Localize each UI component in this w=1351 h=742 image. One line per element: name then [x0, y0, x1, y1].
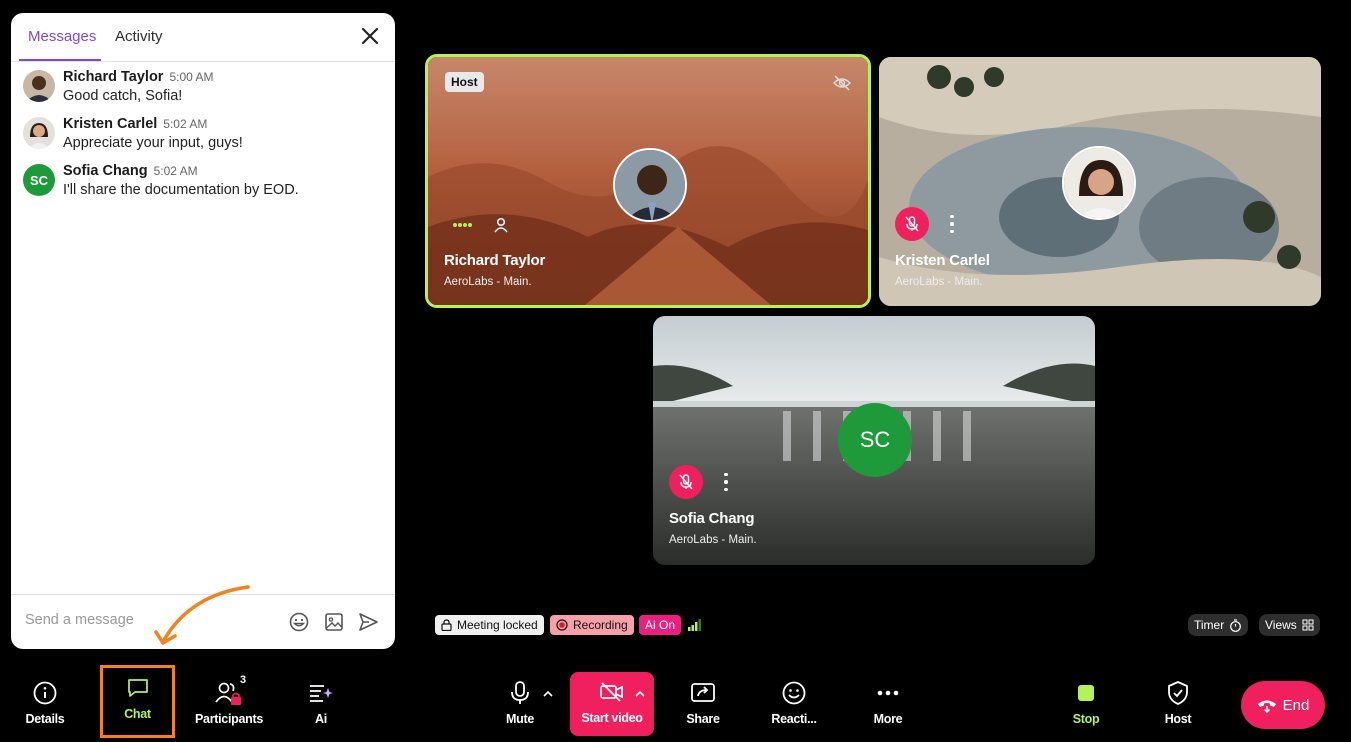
hang-up-icon: [1257, 700, 1276, 713]
avatar: [1062, 146, 1136, 220]
end-label: End: [1282, 696, 1310, 714]
mute-button[interactable]: Mute: [500, 670, 540, 736]
participant-name: Sofia Chang: [669, 510, 755, 527]
recording-label: Recording: [573, 618, 628, 632]
recording-badge[interactable]: Recording: [550, 615, 634, 635]
share-screen-icon: [691, 683, 715, 702]
ai-on-badge[interactable]: Ai On: [639, 615, 682, 635]
participants-button[interactable]: 3 Participants: [195, 670, 263, 736]
chat-button[interactable]: Chat: [100, 665, 175, 738]
video-tile-kristen-carlel[interactable]: Kristen Carlel AeroLabs - Main.: [879, 57, 1321, 306]
chat-message: SC Sofia Chang 5:02 AM I'll share the doc…: [23, 163, 383, 203]
stop-recording-button[interactable]: Stop: [1066, 670, 1106, 736]
eye-off-icon[interactable]: [832, 73, 852, 93]
timer-button[interactable]: Timer: [1188, 614, 1249, 636]
chat-label: Chat: [124, 707, 151, 721]
more-dots-icon: [877, 690, 899, 696]
ai-button[interactable]: Ai: [300, 670, 342, 736]
avatar: [613, 148, 687, 222]
message-author: Sofia Chang: [63, 163, 148, 179]
info-icon: [33, 681, 57, 705]
ai-sparkle-icon: [310, 685, 333, 702]
views-button[interactable]: Views: [1259, 614, 1320, 636]
more-options-icon[interactable]: [720, 471, 732, 493]
chat-bubble-icon: [127, 679, 148, 697]
meeting-locked-badge[interactable]: Meeting locked: [435, 615, 544, 635]
video-tile-richard-taylor[interactable]: Host Richard Taylor AeroLabs - Main.: [425, 54, 871, 308]
video-off-icon: [600, 682, 623, 702]
lock-icon: [441, 619, 452, 631]
host-badge: Host: [445, 72, 484, 92]
close-icon[interactable]: [359, 25, 381, 47]
chevron-up-icon[interactable]: [542, 688, 554, 700]
user-icon[interactable]: [494, 217, 508, 233]
message-time: 5:00 AM: [169, 70, 214, 84]
avatar: SC: [23, 164, 55, 196]
chat-tabs: Messages Activity: [11, 13, 395, 62]
mic-off-icon[interactable]: [669, 465, 703, 499]
share-button[interactable]: Share: [680, 670, 726, 736]
tab-activity[interactable]: Activity: [115, 28, 163, 45]
more-options-icon[interactable]: [946, 213, 958, 235]
arrow-annotation-icon: [154, 585, 250, 645]
grid-icon: [1302, 619, 1314, 631]
more-label: More: [873, 712, 903, 726]
image-icon[interactable]: [323, 611, 345, 633]
message-text: Good catch, Sofia!: [63, 88, 183, 104]
participant-org: AeroLabs - Main.: [895, 276, 983, 288]
host-controls-button[interactable]: Host: [1158, 670, 1198, 736]
avatar: [23, 70, 55, 102]
message-author: Kristen Carlel: [63, 116, 158, 132]
reactions-button[interactable]: Reacti...: [766, 670, 822, 736]
message-time: 5:02 AM: [163, 117, 208, 131]
chat-message: Richard Taylor 5:00 AM Good catch, Sofia!: [23, 69, 383, 109]
participant-name: Richard Taylor: [444, 252, 546, 269]
start-video-label: Start video: [581, 711, 643, 725]
more-button[interactable]: More: [866, 670, 910, 736]
participants-count: 3: [240, 674, 247, 686]
participant-org: AeroLabs - Main.: [444, 276, 532, 288]
participant-name: Kristen Carlel: [895, 252, 990, 269]
stop-icon: [1078, 685, 1094, 701]
ai-label: Ai: [315, 712, 327, 726]
shield-check-icon: [1168, 681, 1188, 705]
chevron-up-icon[interactable]: [634, 688, 646, 700]
host-label: Host: [1164, 712, 1192, 726]
start-video-button[interactable]: Start video: [570, 672, 654, 736]
details-button[interactable]: Details: [15, 670, 75, 736]
emoji-icon[interactable]: [288, 611, 310, 633]
audio-level-icon: [453, 223, 472, 227]
reactions-label: Reacti...: [771, 712, 817, 726]
message-text: I'll share the documentation by EOD.: [63, 182, 299, 198]
participant-org: AeroLabs - Main.: [669, 534, 757, 546]
message-time: 5:02 AM: [153, 164, 198, 178]
active-tab-indicator: [19, 59, 101, 61]
microphone-icon: [511, 681, 529, 704]
smile-icon: [782, 681, 806, 705]
ai-on-label: Ai On: [645, 618, 676, 632]
message-text: Appreciate your input, guys!: [63, 135, 243, 151]
signal-strength-icon: [688, 619, 701, 631]
stopwatch-icon: [1230, 618, 1242, 632]
mic-off-icon[interactable]: [895, 207, 929, 241]
tab-messages[interactable]: Messages: [28, 28, 96, 45]
mute-label: Mute: [506, 712, 534, 726]
message-author: Richard Taylor: [63, 69, 164, 85]
participants-label: Participants: [195, 712, 263, 726]
record-icon: [556, 619, 568, 631]
share-label: Share: [686, 712, 720, 726]
chat-panel: Messages Activity Richard Taylor 5:00 AM …: [11, 13, 395, 649]
stop-label: Stop: [1072, 712, 1100, 726]
views-label: Views: [1265, 618, 1297, 632]
chat-message: Kristen Carlel 5:02 AM Appreciate your in…: [23, 116, 383, 156]
video-tile-sofia-chang[interactable]: SC Sofia Chang AeroLabs - Main.: [653, 316, 1095, 565]
timer-label: Timer: [1194, 618, 1225, 632]
send-icon[interactable]: [357, 611, 379, 633]
details-label: Details: [25, 712, 65, 726]
end-call-button[interactable]: End: [1241, 681, 1325, 729]
avatar: [23, 117, 55, 149]
avatar: SC: [838, 403, 912, 477]
meeting-locked-label: Meeting locked: [457, 618, 538, 632]
